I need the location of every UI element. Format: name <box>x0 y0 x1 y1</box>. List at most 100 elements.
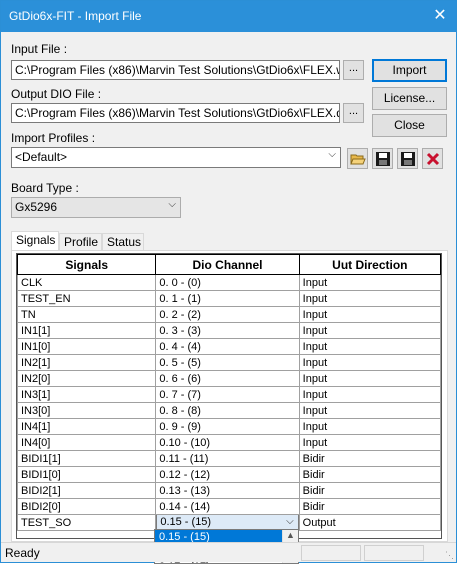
output-file-field[interactable]: C:\Program Files (x86)\Marvin Test Solut… <box>11 103 340 123</box>
dio-channel-cell[interactable]: 0. 1 - (1) <box>155 290 300 307</box>
license-button[interactable]: License... <box>372 87 447 110</box>
dio-channel-cell[interactable]: 0. 9 - (9) <box>155 418 300 435</box>
dio-channel-cell[interactable]: 0. 3 - (3) <box>155 322 300 339</box>
signal-cell[interactable]: TEST_SO <box>17 514 157 531</box>
tab-status[interactable]: Status <box>102 233 144 251</box>
chevron-down-icon: ⌵ <box>328 149 336 160</box>
signal-cell[interactable]: TN <box>17 306 157 323</box>
signal-cell[interactable]: BIDI1[1] <box>17 450 157 467</box>
output-file-browse-button[interactable]: ... <box>343 103 364 123</box>
column-header-signals[interactable]: Signals <box>17 254 157 275</box>
dio-channel-combo-value: 0.15 - (15) <box>160 516 212 528</box>
uut-direction-cell[interactable]: Input <box>298 370 441 387</box>
delete-profile-button[interactable] <box>422 148 443 169</box>
signal-cell[interactable]: TEST_EN <box>17 290 157 307</box>
table-row[interactable]: IN4[1] 0. 9 - (9) Input <box>17 418 441 435</box>
signal-cell[interactable]: IN1[0] <box>17 338 157 355</box>
signals-table-body: CLK 0. 0 - (0) Input TEST_EN 0. 1 - (1) Input… <box>17 274 441 531</box>
signal-cell[interactable]: IN3[1] <box>17 386 157 403</box>
uut-direction-cell[interactable]: Input <box>298 290 441 307</box>
dio-channel-cell[interactable]: 0. 2 - (2) <box>155 306 300 323</box>
table-row[interactable]: TN 0. 2 - (2) Input <box>17 306 441 323</box>
status-pane <box>364 545 424 561</box>
table-row[interactable]: IN1[1] 0. 3 - (3) Input <box>17 322 441 339</box>
table-row[interactable]: TEST_EN 0. 1 - (1) Input <box>17 290 441 307</box>
save-profile-button[interactable] <box>372 148 393 169</box>
uut-direction-cell[interactable]: Input <box>298 434 441 451</box>
dio-channel-cell[interactable]: 0. 5 - (5) <box>155 354 300 371</box>
uut-direction-cell[interactable]: Input <box>298 402 441 419</box>
table-row[interactable]: IN3[1] 0. 7 - (7) Input <box>17 386 441 403</box>
signal-cell[interactable]: CLK <box>17 274 157 291</box>
status-bar: Ready ⋱ <box>1 542 456 562</box>
input-file-label: Input File : <box>11 42 68 56</box>
tab-profile[interactable]: Profile <box>59 233 102 251</box>
dio-channel-cell[interactable]: 0. 6 - (6) <box>155 370 300 387</box>
uut-direction-cell[interactable]: Input <box>298 386 441 403</box>
save-as-profile-button[interactable] <box>397 148 418 169</box>
signal-cell[interactable]: IN4[1] <box>17 418 157 435</box>
table-row[interactable]: BIDI1[0] 0.12 - (12) Bidir <box>17 466 441 483</box>
import-profiles-label: Import Profiles : <box>11 131 96 145</box>
dio-channel-cell[interactable]: 0.14 - (14) <box>155 498 300 515</box>
input-file-field[interactable]: C:\Program Files (x86)\Marvin Test Solut… <box>11 60 340 80</box>
dio-channel-cell[interactable]: 0.11 - (11) <box>155 450 300 467</box>
table-row[interactable]: IN1[0] 0. 4 - (4) Input <box>17 338 441 355</box>
input-file-browse-button[interactable]: ... <box>343 60 364 80</box>
signal-cell[interactable]: IN1[1] <box>17 322 157 339</box>
uut-direction-cell[interactable]: Output <box>298 514 441 531</box>
signal-cell[interactable]: IN4[0] <box>17 434 157 451</box>
status-pane <box>301 545 361 561</box>
table-row[interactable]: BIDI2[0] 0.14 - (14) Bidir <box>17 498 441 515</box>
dio-channel-cell[interactable]: 0. 4 - (4) <box>155 338 300 355</box>
uut-direction-cell[interactable]: Bidir <box>298 450 441 467</box>
dio-channel-cell[interactable]: 0.13 - (13) <box>155 482 300 499</box>
dio-channel-cell[interactable]: 0. 0 - (0) <box>155 274 300 291</box>
chevron-down-icon: ⌵ <box>168 199 176 210</box>
dio-channel-cell[interactable]: 0.10 - (10) <box>155 434 300 451</box>
board-type-combo[interactable]: Gx5296 ⌵ <box>11 197 181 218</box>
signals-table: Signals Dio Channel Uut Direction CLK 0. … <box>17 254 441 531</box>
table-row[interactable]: BIDI1[1] 0.11 - (11) Bidir <box>17 450 441 467</box>
close-icon[interactable]: ✕ <box>430 7 450 27</box>
table-row[interactable]: IN4[0] 0.10 - (10) Input <box>17 434 441 451</box>
uut-direction-cell[interactable]: Input <box>298 274 441 291</box>
uut-direction-cell[interactable]: Bidir <box>298 498 441 515</box>
tab-signals[interactable]: Signals <box>11 231 59 252</box>
uut-direction-cell[interactable]: Input <box>298 306 441 323</box>
board-type-value: Gx5296 <box>15 200 58 214</box>
dio-channel-cell[interactable]: 0. 7 - (7) <box>155 386 300 403</box>
uut-direction-cell[interactable]: Input <box>298 338 441 355</box>
dio-channel-cell[interactable]: 0. 8 - (8) <box>155 402 300 419</box>
table-row[interactable]: BIDI2[1] 0.13 - (13) Bidir <box>17 482 441 499</box>
delete-icon <box>426 152 440 166</box>
signal-cell[interactable]: IN2[0] <box>17 370 157 387</box>
signal-cell[interactable]: BIDI2[1] <box>17 482 157 499</box>
uut-direction-cell[interactable]: Input <box>298 418 441 435</box>
table-row[interactable]: IN2[1] 0. 5 - (5) Input <box>17 354 441 371</box>
uut-direction-cell[interactable]: Bidir <box>298 482 441 499</box>
table-row[interactable]: IN2[0] 0. 6 - (6) Input <box>17 370 441 387</box>
title-bar[interactable]: GtDio6x-FIT - Import File ✕ <box>1 1 456 32</box>
signals-grid[interactable]: Signals Dio Channel Uut Direction CLK 0. … <box>16 253 442 539</box>
chevron-down-icon: ⌵ <box>286 516 294 527</box>
import-profiles-combo[interactable]: <Default> ⌵ <box>11 147 341 168</box>
signal-cell[interactable]: BIDI2[0] <box>17 498 157 515</box>
scroll-up-icon[interactable]: ▲ <box>286 530 295 540</box>
import-file-dialog: GtDio6x-FIT - Import File ✕ Input File :… <box>0 0 457 564</box>
signal-cell[interactable]: BIDI1[0] <box>17 466 157 483</box>
uut-direction-cell[interactable]: Input <box>298 322 441 339</box>
uut-direction-cell[interactable]: Input <box>298 354 441 371</box>
open-profile-button[interactable] <box>347 148 368 169</box>
import-button[interactable]: Import <box>372 59 447 82</box>
signal-cell[interactable]: IN2[1] <box>17 354 157 371</box>
column-header-dio-channel[interactable]: Dio Channel <box>155 254 300 275</box>
dio-channel-cell[interactable]: 0.12 - (12) <box>155 466 300 483</box>
column-header-uut-direction[interactable]: Uut Direction <box>298 254 441 275</box>
table-row[interactable]: CLK 0. 0 - (0) Input <box>17 274 441 291</box>
resize-grip-icon[interactable]: ⋱ <box>445 550 454 561</box>
uut-direction-cell[interactable]: Bidir <box>298 466 441 483</box>
close-button[interactable]: Close <box>372 114 447 137</box>
table-row[interactable]: IN3[0] 0. 8 - (8) Input <box>17 402 441 419</box>
signal-cell[interactable]: IN3[0] <box>17 402 157 419</box>
